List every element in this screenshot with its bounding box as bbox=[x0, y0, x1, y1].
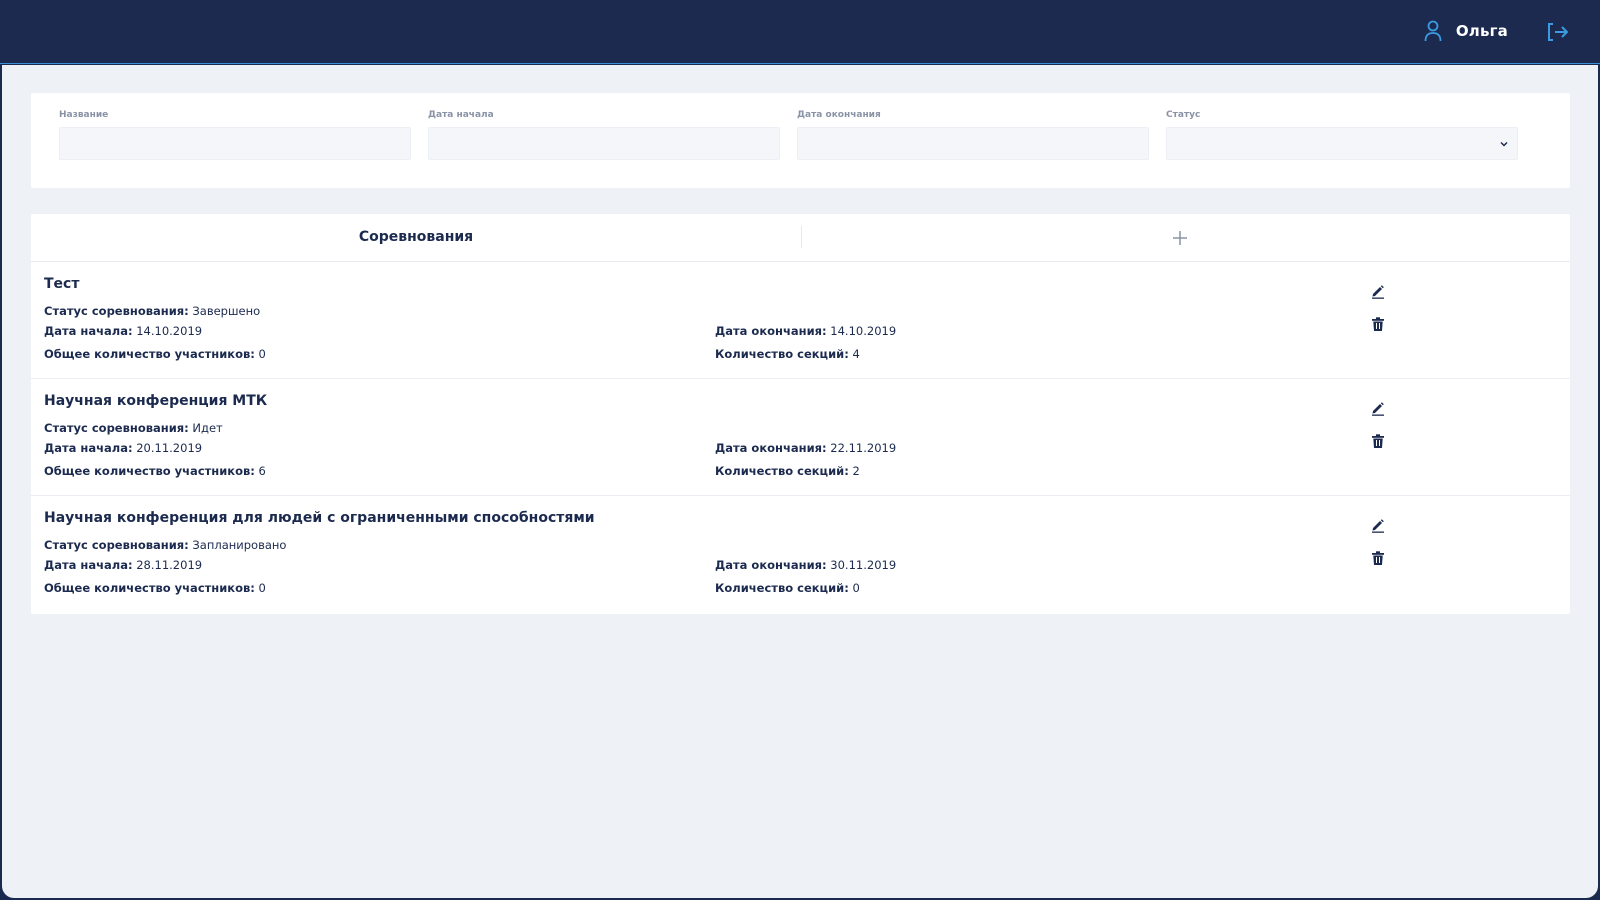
filter-start-input[interactable] bbox=[428, 127, 780, 160]
competition-row: Тест Статус соревнования: Завершено Дата… bbox=[31, 262, 1570, 379]
filter-name-input[interactable] bbox=[59, 127, 411, 160]
filter-end-date: Дата окончания bbox=[797, 110, 1149, 160]
competition-start-date: Дата начала: 14.10.2019 bbox=[44, 324, 202, 338]
list-title: Соревнования bbox=[358, 229, 474, 245]
status-label: Статус соревнования: bbox=[44, 304, 189, 318]
competition-sections: Количество секций: 2 bbox=[715, 464, 860, 478]
end-value: 14.10.2019 bbox=[830, 324, 897, 338]
competition-participants: Общее количество участников: 0 bbox=[44, 347, 266, 361]
status-label: Статус соревнования: bbox=[44, 538, 189, 552]
competition-start-date: Дата начала: 20.11.2019 bbox=[44, 441, 202, 455]
logout-icon[interactable] bbox=[1546, 20, 1570, 44]
filter-status-label: Статус bbox=[1166, 110, 1201, 120]
participants-label: Общее количество участников: bbox=[44, 581, 255, 595]
status-label: Статус соревнования: bbox=[44, 421, 189, 435]
end-value: 22.11.2019 bbox=[830, 441, 897, 455]
pencil-icon[interactable] bbox=[1370, 283, 1386, 299]
competition-title[interactable]: Научная конференция для людей с ограниче… bbox=[44, 510, 595, 526]
sections-value: 2 bbox=[852, 464, 860, 478]
end-label: Дата окончания: bbox=[715, 558, 827, 572]
header-divider bbox=[801, 226, 802, 248]
competition-sections: Количество секций: 4 bbox=[715, 347, 860, 361]
sections-label: Количество секций: bbox=[715, 581, 849, 595]
participants-value: 0 bbox=[258, 581, 266, 595]
start-label: Дата начала: bbox=[44, 324, 133, 338]
competition-end-date: Дата окончания: 30.11.2019 bbox=[715, 558, 896, 572]
participants-label: Общее количество участников: bbox=[44, 464, 255, 478]
start-label: Дата начала: bbox=[44, 441, 133, 455]
filter-status-select[interactable] bbox=[1166, 127, 1518, 160]
end-label: Дата окончания: bbox=[715, 324, 827, 338]
competition-start-date: Дата начала: 28.11.2019 bbox=[44, 558, 202, 572]
main-content: Название Дата начала Дата окончания Стат… bbox=[2, 65, 1598, 898]
participants-value: 6 bbox=[258, 464, 266, 478]
trash-icon[interactable] bbox=[1370, 550, 1386, 566]
competition-end-date: Дата окончания: 22.11.2019 bbox=[715, 441, 896, 455]
start-value: 20.11.2019 bbox=[136, 441, 203, 455]
top-bar: Ольга bbox=[0, 0, 1600, 64]
pencil-icon[interactable] bbox=[1370, 517, 1386, 533]
start-value: 14.10.2019 bbox=[136, 324, 203, 338]
status-value: Завершено bbox=[192, 304, 261, 318]
competition-row: Научная конференция МТК Статус соревнова… bbox=[31, 379, 1570, 496]
filter-status: Статус bbox=[1166, 110, 1518, 160]
participants-value: 0 bbox=[258, 347, 266, 361]
competition-participants: Общее количество участников: 6 bbox=[44, 464, 266, 478]
sections-value: 0 bbox=[852, 581, 860, 595]
trash-icon[interactable] bbox=[1370, 433, 1386, 449]
filter-end-label: Дата окончания bbox=[797, 110, 881, 120]
sections-label: Количество секций: bbox=[715, 464, 849, 478]
participants-label: Общее количество участников: bbox=[44, 347, 255, 361]
competitions-list: Соревнования Тест Статус соревнования: З… bbox=[31, 214, 1570, 614]
competition-title[interactable]: Тест bbox=[44, 276, 79, 292]
sections-value: 4 bbox=[852, 347, 860, 361]
start-value: 28.11.2019 bbox=[136, 558, 203, 572]
competition-end-date: Дата окончания: 14.10.2019 bbox=[715, 324, 896, 338]
competition-title[interactable]: Научная конференция МТК bbox=[44, 393, 267, 409]
filter-start-date: Дата начала bbox=[428, 110, 780, 160]
competition-status: Статус соревнования: Запланировано bbox=[44, 538, 286, 552]
sections-label: Количество секций: bbox=[715, 347, 849, 361]
competition-row: Научная конференция для людей с ограниче… bbox=[31, 496, 1570, 613]
user-icon bbox=[1424, 20, 1442, 42]
competition-status: Статус соревнования: Завершено bbox=[44, 304, 260, 318]
pencil-icon[interactable] bbox=[1370, 400, 1386, 416]
trash-icon[interactable] bbox=[1370, 316, 1386, 332]
competition-sections: Количество секций: 0 bbox=[715, 581, 860, 595]
competition-participants: Общее количество участников: 0 bbox=[44, 581, 266, 595]
filter-name-label: Название bbox=[59, 110, 109, 120]
chevron-down-icon bbox=[1500, 141, 1508, 147]
filter-start-label: Дата начала bbox=[428, 110, 494, 120]
status-value: Запланировано bbox=[192, 538, 287, 552]
start-label: Дата начала: bbox=[44, 558, 133, 572]
app-window: Ольга Название Дата начала Дата окончани… bbox=[0, 0, 1600, 900]
filter-end-input[interactable] bbox=[797, 127, 1149, 160]
filter-name: Название bbox=[59, 110, 411, 160]
end-value: 30.11.2019 bbox=[830, 558, 897, 572]
user-menu[interactable]: Ольга bbox=[1424, 20, 1508, 42]
filter-panel: Название Дата начала Дата окончания Стат… bbox=[31, 93, 1570, 188]
end-label: Дата окончания: bbox=[715, 441, 827, 455]
user-name: Ольга bbox=[1455, 22, 1508, 40]
list-header: Соревнования bbox=[31, 214, 1570, 262]
competition-status: Статус соревнования: Идет bbox=[44, 421, 223, 435]
plus-icon[interactable] bbox=[1170, 228, 1190, 248]
status-value: Идет bbox=[192, 421, 223, 435]
